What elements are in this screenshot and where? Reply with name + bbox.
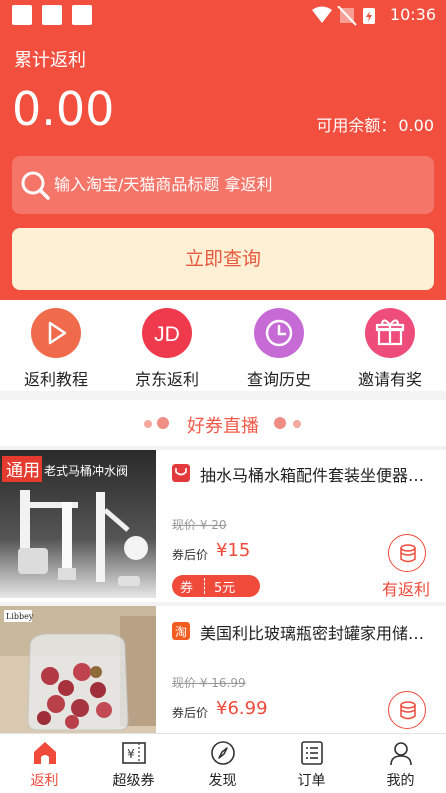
play-icon <box>48 321 67 345</box>
tmall-icon <box>172 464 190 482</box>
gift-icon <box>375 319 405 346</box>
rebate-button[interactable] <box>388 691 426 729</box>
query-button[interactable]: 立即查询 <box>12 228 434 290</box>
quick-action-label: 京东返利 <box>134 370 199 389</box>
quick-action-label: 邀请有奖 <box>357 370 422 389</box>
jd-icon: JD <box>154 323 180 346</box>
quick-action-invite[interactable]: 邀请有奖 <box>340 308 440 390</box>
wifi-icon <box>312 6 332 23</box>
tab-orders[interactable]: 订单 <box>267 738 356 790</box>
after-coupon-label: 券后价 <box>172 548 209 562</box>
tab-label: 超级券 <box>112 773 155 789</box>
quick-action-label: 查询历史 <box>246 370 311 389</box>
tab-label: 发现 <box>208 773 237 789</box>
compass-icon <box>210 741 235 765</box>
tab-rebate[interactable]: 返利 <box>0 738 89 790</box>
rebate-button[interactable] <box>388 534 426 572</box>
after-coupon-price: ¥15 <box>216 540 251 561</box>
product-image: Libbey <box>0 606 156 733</box>
tab-mine[interactable]: 我的 <box>356 738 445 790</box>
coupon-icon: ¥ <box>121 742 146 764</box>
quick-actions: 返利教程 JD 京东返利 查询历史 邀请有奖 <box>0 300 446 391</box>
product-card[interactable]: Libbey 淘 美国利比玻璃瓶密封罐家用储物罐 现价 ¥ 16.99 券后价 … <box>0 606 446 733</box>
decor-dot <box>274 417 286 429</box>
notification-icon <box>72 5 92 25</box>
order-list-icon <box>300 741 323 765</box>
quick-action-history[interactable]: 查询历史 <box>229 308 329 390</box>
rebate-header: 累计返利 0.00 可用余额：0.00 立即查询 <box>0 30 446 300</box>
user-icon <box>389 742 412 766</box>
quick-action-tutorial[interactable]: 返利教程 <box>6 308 106 390</box>
after-coupon-price: ¥6.99 <box>216 698 268 719</box>
coupon-badge[interactable]: 券 5元 <box>172 575 260 597</box>
coins-icon <box>400 701 416 720</box>
coupon-tag: 券 <box>180 581 194 596</box>
after-coupon-label: 券后价 <box>172 706 209 720</box>
svg-text:淘: 淘 <box>175 625 187 639</box>
svg-text:¥: ¥ <box>127 747 135 761</box>
quick-action-label: 返利教程 <box>23 370 88 389</box>
home-icon <box>33 742 56 764</box>
tab-label: 我的 <box>386 773 415 789</box>
clock: 10:36 <box>389 5 436 24</box>
status-bar: 10:36 <box>0 0 446 30</box>
available-balance: 可用余额： 0.00 <box>314 112 434 136</box>
total-rebate-label: 累计返利 <box>14 50 86 71</box>
svg-text:老式马桶冲水阀: 老式马桶冲水阀 <box>44 463 128 478</box>
product-title: 抽水马桶水箱配件套装坐便器进水阀老式通用 <box>200 466 428 485</box>
original-price: 现价 ¥ 16.99 <box>172 676 246 690</box>
taobao-icon: 淘 <box>172 622 190 640</box>
bottom-tab-bar: 返利 ¥ 超级券 发现 订单 我的 <box>0 733 446 793</box>
notification-icon <box>42 5 62 25</box>
original-price: 现价 ¥ 20 <box>172 518 227 532</box>
rebate-label: 有返利 <box>382 580 431 599</box>
coupon-value: 5元 <box>214 581 236 596</box>
product-card[interactable]: 通用 老式马桶冲水阀 抽水马桶水箱配件套装坐便器进水阀老式通用 现价 ¥ 20 … <box>0 450 446 602</box>
search-bar[interactable] <box>12 156 434 214</box>
search-icon <box>21 171 50 200</box>
section-header: 好券直播 <box>0 400 446 446</box>
product-title: 美国利比玻璃瓶密封罐家用储物罐 <box>200 624 428 643</box>
notification-icon <box>12 5 32 25</box>
search-input[interactable] <box>54 156 424 214</box>
total-rebate-amount: 0.00 <box>12 82 115 136</box>
svg-text:Libbey: Libbey <box>6 612 34 621</box>
balance-value: 0.00 <box>398 116 434 135</box>
section-title: 好券直播 <box>187 416 259 437</box>
tab-super-coupon[interactable]: ¥ 超级券 <box>89 738 178 790</box>
tab-label: 订单 <box>297 773 326 789</box>
svg-text:通用: 通用 <box>6 461 40 481</box>
coins-icon <box>400 544 416 563</box>
decor-dot <box>293 420 301 428</box>
tab-label: 返利 <box>30 773 59 789</box>
clock-icon <box>265 319 293 347</box>
balance-label: 可用余额： <box>316 116 397 135</box>
tab-discover[interactable]: 发现 <box>178 738 267 790</box>
product-image: 通用 老式马桶冲水阀 <box>0 450 156 598</box>
quick-action-jd[interactable]: JD 京东返利 <box>117 308 217 390</box>
status-icons <box>312 6 375 26</box>
svg-text:JD: JD <box>154 323 180 346</box>
